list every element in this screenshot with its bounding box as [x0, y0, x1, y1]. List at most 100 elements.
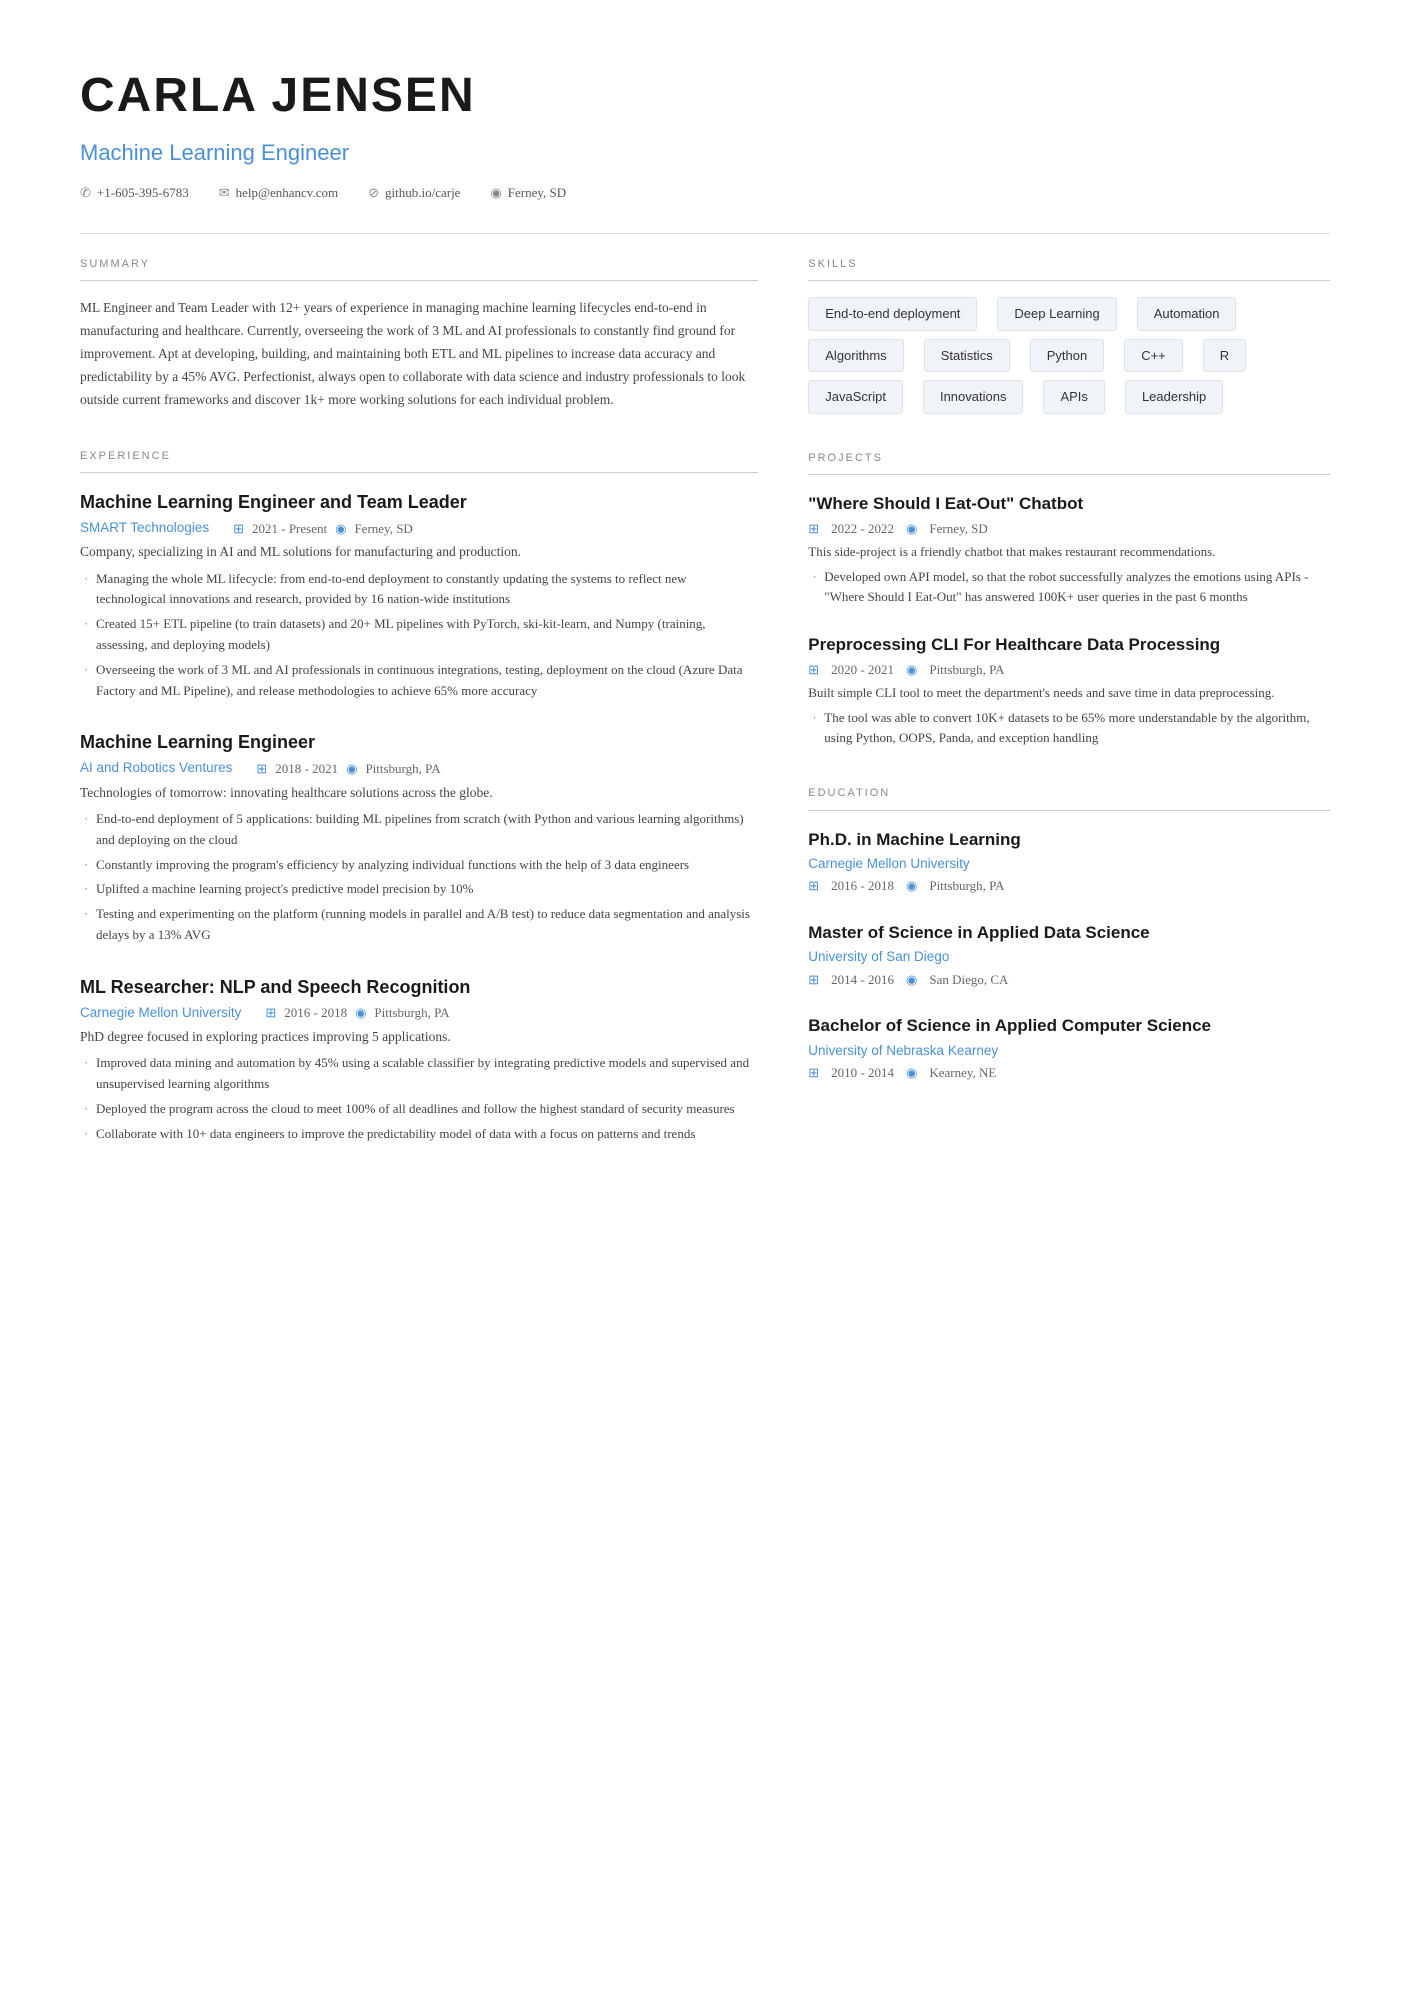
edu-loc-1: Pittsburgh, PA: [929, 876, 1004, 896]
edu-meta-3: ⊞ 2010 - 2014 ◉ Kearney, NE: [808, 1063, 1330, 1083]
location-value: Ferney, SD: [508, 183, 566, 203]
edu-loc-icon-1: ◉: [906, 876, 917, 896]
exp-item-2: Machine Learning Engineer AI and Robotic…: [80, 729, 758, 945]
project-meta-2: ⊞ 2020 - 2021 ◉ Pittsburgh, PA: [808, 660, 1330, 680]
proj-bullet-2-0: The tool was able to convert 10K+ datase…: [808, 708, 1330, 750]
edu-loc-2: San Diego, CA: [929, 970, 1008, 990]
header-divider: [80, 233, 1330, 234]
exp-loc-1: Ferney, SD: [354, 519, 412, 539]
exp-company-3: Carnegie Mellon University: [80, 1003, 241, 1023]
proj-bullet-1-0: Developed own API model, so that the rob…: [808, 567, 1330, 609]
cal-icon-3: ⊞: [265, 1003, 276, 1023]
candidate-title: Machine Learning Engineer: [80, 136, 1330, 169]
exp-bullets-3: Improved data mining and automation by 4…: [80, 1053, 758, 1144]
proj-date-1: 2022 - 2022: [831, 519, 894, 539]
skill-10: APIs: [1043, 380, 1104, 414]
edu-degree-3: Bachelor of Science in Applied Computer …: [808, 1013, 1330, 1039]
edu-cal-icon-2: ⊞: [808, 970, 819, 990]
loc-icon-2: ◉: [346, 759, 357, 779]
email-value: help@enhancv.com: [236, 183, 338, 203]
projects-title: PROJECTS: [808, 450, 1330, 467]
skill-1: Deep Learning: [997, 297, 1116, 331]
exp-loc-3: Pittsburgh, PA: [374, 1003, 449, 1023]
edu-cal-icon-3: ⊞: [808, 1063, 819, 1083]
summary-section: SUMMARY ML Engineer and Team Leader with…: [80, 256, 758, 412]
cal-icon-2: ⊞: [256, 759, 267, 779]
web-contact: ⊘ github.io/carje: [368, 183, 460, 203]
exp-bullet-3-1: Deployed the program across the cloud to…: [80, 1099, 758, 1120]
proj-loc-1: Ferney, SD: [929, 519, 987, 539]
edu-date-2: 2014 - 2016: [831, 970, 894, 990]
location-icon: ◉: [490, 183, 501, 203]
proj-cal-icon-2: ⊞: [808, 660, 819, 680]
exp-desc-3: PhD degree focused in exploring practice…: [80, 1027, 758, 1047]
skills-divider: [808, 280, 1330, 281]
edu-date-3: 2010 - 2014: [831, 1063, 894, 1083]
exp-company-2: AI and Robotics Ventures: [80, 758, 232, 778]
exp-item-1: Machine Learning Engineer and Team Leade…: [80, 489, 758, 701]
exp-date-loc-1: ⊞ 2021 - Present ◉ Ferney, SD: [233, 519, 413, 539]
phone-icon: ✆: [80, 183, 91, 203]
exp-bullet-3-0: Improved data mining and automation by 4…: [80, 1053, 758, 1095]
candidate-name: CARLA JENSEN: [80, 60, 1330, 132]
edu-meta-1: ⊞ 2016 - 2018 ◉ Pittsburgh, PA: [808, 876, 1330, 896]
proj-loc-icon-1: ◉: [906, 519, 917, 539]
exp-date-1: 2021 - Present: [252, 519, 327, 539]
exp-company-1: SMART Technologies: [80, 518, 209, 538]
resume-page: CARLA JENSEN Machine Learning Engineer ✆…: [0, 0, 1410, 1995]
skill-5: Python: [1030, 339, 1104, 373]
summary-text: ML Engineer and Team Leader with 12+ yea…: [80, 297, 758, 412]
exp-desc-1: Company, specializing in AI and ML solut…: [80, 542, 758, 562]
projects-section: PROJECTS "Where Should I Eat-Out" Chatbo…: [808, 450, 1330, 750]
summary-divider: [80, 280, 758, 281]
contact-row: ✆ +1-605-395-6783 ✉ help@enhancv.com ⊘ g…: [80, 183, 1330, 203]
loc-icon-1: ◉: [335, 519, 346, 539]
exp-date-loc-3: ⊞ 2016 - 2018 ◉ Pittsburgh, PA: [265, 1003, 449, 1023]
email-contact: ✉ help@enhancv.com: [219, 183, 338, 203]
phone-value: +1-605-395-6783: [97, 183, 189, 203]
web-value: github.io/carje: [385, 183, 460, 203]
exp-title-1: Machine Learning Engineer and Team Leade…: [80, 489, 758, 516]
proj-date-2: 2020 - 2021: [831, 660, 894, 680]
edu-cal-icon-1: ⊞: [808, 876, 819, 896]
exp-bullets-2: End-to-end deployment of 5 applications:…: [80, 809, 758, 946]
exp-bullet-2-3: Testing and experimenting on the platfor…: [80, 904, 758, 946]
email-icon: ✉: [219, 183, 230, 203]
project-desc-1: This side-project is a friendly chatbot …: [808, 542, 1330, 562]
skill-8: JavaScript: [808, 380, 903, 414]
education-section: EDUCATION Ph.D. in Machine Learning Carn…: [808, 785, 1330, 1082]
skills-section: SKILLS End-to-end deployment Deep Learni…: [808, 256, 1330, 414]
phone-contact: ✆ +1-605-395-6783: [80, 183, 189, 203]
skill-6: C++: [1124, 339, 1183, 373]
exp-meta-2: AI and Robotics Ventures ⊞ 2018 - 2021 ◉…: [80, 758, 758, 778]
edu-loc-icon-2: ◉: [906, 970, 917, 990]
skills-title: SKILLS: [808, 256, 1330, 273]
exp-bullet-1-0: Managing the whole ML lifecycle: from en…: [80, 569, 758, 611]
skill-3: Algorithms: [808, 339, 903, 373]
exp-bullet-2-1: Constantly improving the program's effic…: [80, 855, 758, 876]
exp-bullets-1: Managing the whole ML lifecycle: from en…: [80, 569, 758, 702]
exp-meta-1: SMART Technologies ⊞ 2021 - Present ◉ Fe…: [80, 518, 758, 538]
exp-bullet-1-1: Created 15+ ETL pipeline (to train datas…: [80, 614, 758, 656]
experience-section: EXPERIENCE Machine Learning Engineer and…: [80, 448, 758, 1145]
proj-loc-icon-2: ◉: [906, 660, 917, 680]
edu-meta-2: ⊞ 2014 - 2016 ◉ San Diego, CA: [808, 970, 1330, 990]
exp-title-2: Machine Learning Engineer: [80, 729, 758, 756]
skill-9: Innovations: [923, 380, 1024, 414]
exp-bullet-2-2: Uplifted a machine learning project's pr…: [80, 879, 758, 900]
exp-date-2: 2018 - 2021: [275, 759, 338, 779]
left-column: SUMMARY ML Engineer and Team Leader with…: [80, 256, 758, 1181]
project-bullets-2: The tool was able to convert 10K+ datase…: [808, 708, 1330, 750]
project-bullets-1: Developed own API model, so that the rob…: [808, 567, 1330, 609]
skill-11: Leadership: [1125, 380, 1223, 414]
edu-degree-2: Master of Science in Applied Data Scienc…: [808, 920, 1330, 946]
exp-item-3: ML Researcher: NLP and Speech Recognitio…: [80, 974, 758, 1145]
education-divider: [808, 810, 1330, 811]
project-item-1: "Where Should I Eat-Out" Chatbot ⊞ 2022 …: [808, 491, 1330, 608]
location-contact: ◉ Ferney, SD: [490, 183, 566, 203]
skill-2: Automation: [1137, 297, 1237, 331]
edu-school-3: University of Nebraska Kearney: [808, 1041, 1330, 1061]
education-title: EDUCATION: [808, 785, 1330, 802]
exp-title-3: ML Researcher: NLP and Speech Recognitio…: [80, 974, 758, 1001]
exp-bullet-2-0: End-to-end deployment of 5 applications:…: [80, 809, 758, 851]
